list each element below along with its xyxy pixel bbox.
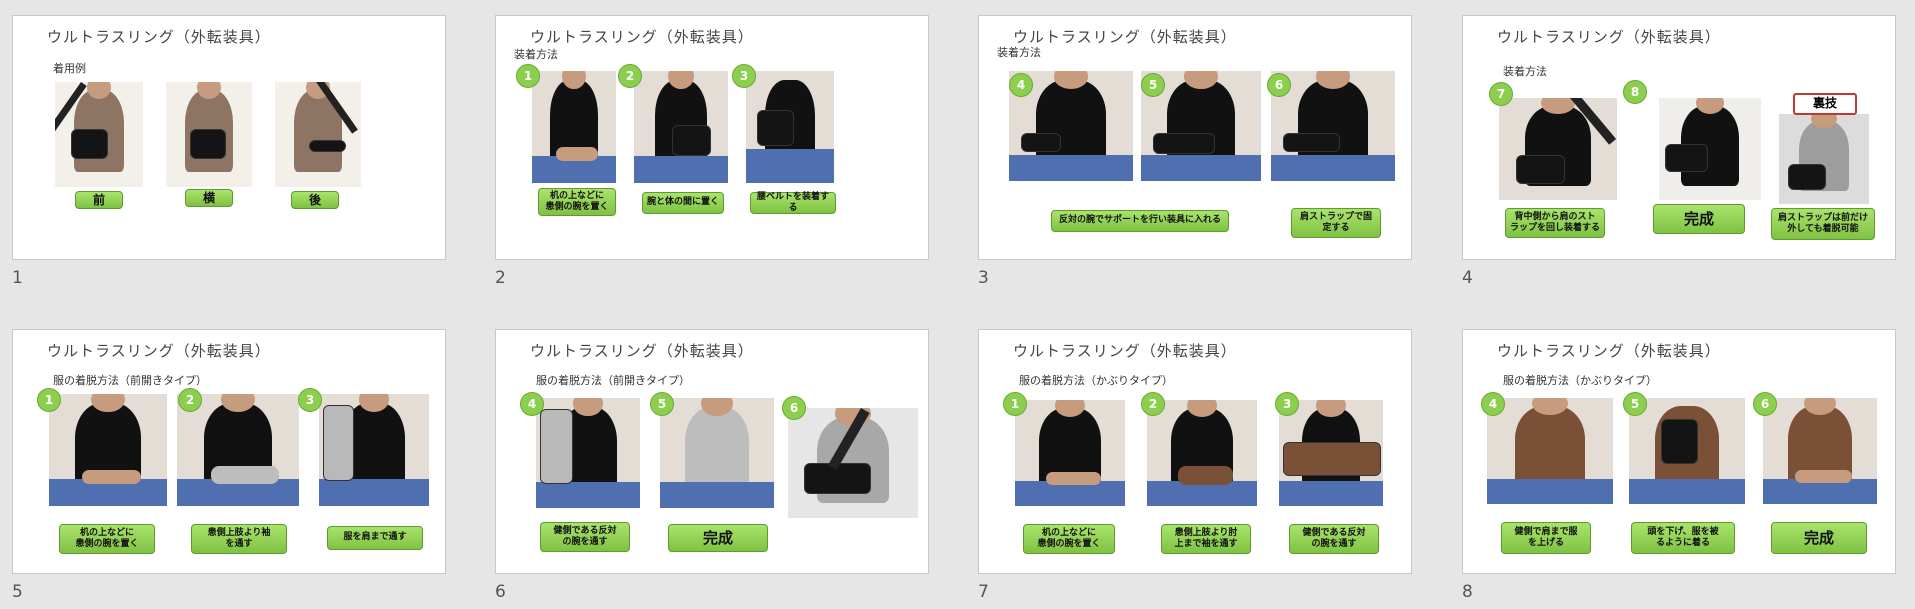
step-badge-4: 4 xyxy=(1009,73,1033,97)
slide-number: 3 xyxy=(978,268,989,288)
photo-step-1 xyxy=(532,71,616,183)
step-badge-1: 1 xyxy=(37,388,61,412)
slide-thumbnail-1[interactable]: ウルトラスリング（外転装具） 着用例 前 横 後 xyxy=(12,15,446,260)
photo-step-3 xyxy=(319,394,429,506)
photo-step-6 xyxy=(788,408,918,518)
photo-step-7 xyxy=(1499,98,1617,200)
step-badge-1: 1 xyxy=(1003,392,1027,416)
step-badge-6: 6 xyxy=(1267,73,1291,97)
photo-back xyxy=(275,82,361,187)
step-badge-6: 6 xyxy=(782,396,806,420)
slide-title: ウルトラスリング（外転装具） xyxy=(1013,342,1237,360)
slide-thumbnail-5[interactable]: ウルトラスリング（外転装具） 服の着脱方法（前開きタイプ） 1 2 3 机の上な… xyxy=(12,329,446,574)
slide-subtitle: 服の着脱方法（前開きタイプ） xyxy=(53,374,207,387)
photo-step-2 xyxy=(1147,400,1257,506)
caption-step-4-5: 反対の腕でサポートを行い装具に入れる xyxy=(1051,210,1229,232)
slide-subtitle: 装着方法 xyxy=(514,48,558,61)
slide-title: ウルトラスリング（外転装具） xyxy=(1497,28,1721,46)
step-badge-5: 5 xyxy=(650,392,674,416)
slide-number: 4 xyxy=(1462,268,1473,288)
photo-step-5 xyxy=(660,398,774,508)
caption-side: 横 xyxy=(185,189,233,207)
caption-step-3: 服を肩まで通す xyxy=(327,526,423,550)
photo-side xyxy=(166,82,252,187)
slide-thumbnail-6[interactable]: ウルトラスリング（外転装具） 服の着脱方法（前開きタイプ） 4 5 6 健側であ… xyxy=(495,329,929,574)
photo-step-4 xyxy=(536,398,640,508)
photo-step-2 xyxy=(177,394,299,506)
photo-step-8 xyxy=(1659,98,1761,200)
slide-number: 2 xyxy=(495,268,506,288)
slide-thumbnail-2[interactable]: ウルトラスリング（外転装具） 装着方法 1 2 3 机の上などに 患側の腕を置く… xyxy=(495,15,929,260)
step-badge-2: 2 xyxy=(618,64,642,88)
slide-thumbnail-4[interactable]: ウルトラスリング（外転装具） 装着方法 裏技 7 8 背中側から肩のスト ラップ… xyxy=(1462,15,1896,260)
step-badge-4: 4 xyxy=(520,392,544,416)
slide-subtitle: 服の着脱方法（前開きタイプ） xyxy=(536,374,690,387)
caption-tip: 肩ストラップは前だけ 外しても着脱可能 xyxy=(1771,208,1875,240)
slide-title: ウルトラスリング（外転装具） xyxy=(1013,28,1237,46)
slide-subtitle: 装着方法 xyxy=(997,46,1041,59)
caption-front: 前 xyxy=(75,191,123,209)
caption-step-2: 患側上肢より肘 上まで袖を通す xyxy=(1161,524,1251,554)
slide-number: 5 xyxy=(12,582,23,602)
slide-title: ウルトラスリング（外転装具） xyxy=(530,28,754,46)
caption-step-3: 健側である反対 の腕を通す xyxy=(1289,524,1379,554)
slide-subtitle: 服の着脱方法（かぶりタイプ） xyxy=(1503,374,1657,387)
step-badge-3: 3 xyxy=(298,388,322,412)
slide-subtitle: 着用例 xyxy=(53,62,86,75)
photo-step-6 xyxy=(1763,398,1877,504)
slide-number: 1 xyxy=(12,268,23,288)
caption-step-1: 机の上などに 患側の腕を置く xyxy=(1023,524,1115,554)
slide-title: ウルトラスリング（外転装具） xyxy=(530,342,754,360)
caption-step-5: 頭を下げ、服を被 るように着る xyxy=(1631,522,1735,554)
photo-step-2 xyxy=(634,71,728,183)
slide-number: 6 xyxy=(495,582,506,602)
caption-step-2: 腕と体の間に置く xyxy=(642,192,724,214)
caption-step-2: 患側上肢より袖 を通す xyxy=(191,524,287,554)
caption-complete: 完成 xyxy=(1771,522,1867,554)
photo-step-1 xyxy=(1015,400,1125,506)
step-badge-3: 3 xyxy=(1275,392,1299,416)
tip-label: 裏技 xyxy=(1793,93,1857,115)
step-badge-6: 6 xyxy=(1753,392,1777,416)
slide-number: 7 xyxy=(978,582,989,602)
slide-thumbnail-7[interactable]: ウルトラスリング（外転装具） 服の着脱方法（かぶりタイプ） 1 2 3 机の上な… xyxy=(978,329,1412,574)
caption-step-6: 肩ストラップで固 定する xyxy=(1291,208,1381,238)
step-badge-5: 5 xyxy=(1623,392,1647,416)
step-badge-8: 8 xyxy=(1623,80,1647,104)
caption-step-4: 健側で肩まで服 を上げる xyxy=(1501,522,1591,554)
photo-step-4 xyxy=(1487,398,1613,504)
photo-step-3 xyxy=(746,71,834,183)
caption-complete: 完成 xyxy=(668,524,768,552)
caption-step-1: 机の上などに 患側の腕を置く xyxy=(538,188,616,216)
photo-tip xyxy=(1779,114,1869,204)
photo-front xyxy=(55,82,143,187)
step-badge-5: 5 xyxy=(1141,73,1165,97)
step-badge-3: 3 xyxy=(732,64,756,88)
slide-subtitle: 服の着脱方法（かぶりタイプ） xyxy=(1019,374,1173,387)
slide-title: ウルトラスリング（外転装具） xyxy=(47,28,271,46)
step-badge-1: 1 xyxy=(516,64,540,88)
slide-thumbnail-3[interactable]: ウルトラスリング（外転装具） 装着方法 4 5 6 反対の腕でサポートを行い装具… xyxy=(978,15,1412,260)
step-badge-2: 2 xyxy=(1141,392,1165,416)
photo-step-3 xyxy=(1279,400,1383,506)
caption-step-1: 机の上などに 患側の腕を置く xyxy=(59,524,155,554)
caption-step-4: 健側である反対 の腕を通す xyxy=(540,522,630,552)
caption-back: 後 xyxy=(291,191,339,209)
slide-thumbnail-8[interactable]: ウルトラスリング（外転装具） 服の着脱方法（かぶりタイプ） 4 5 6 健側で肩… xyxy=(1462,329,1896,574)
slide-title: ウルトラスリング（外転装具） xyxy=(1497,342,1721,360)
step-badge-2: 2 xyxy=(178,388,202,412)
slide-number: 8 xyxy=(1462,582,1473,602)
slide-title: ウルトラスリング（外転装具） xyxy=(47,342,271,360)
photo-step-1 xyxy=(49,394,167,506)
caption-step-7: 背中側から肩のスト ラップを回し装着する xyxy=(1505,208,1605,238)
slide-subtitle: 装着方法 xyxy=(1503,65,1547,78)
caption-step-3: 腰ベルトを装着する xyxy=(750,192,836,214)
step-badge-4: 4 xyxy=(1481,392,1505,416)
caption-complete: 完成 xyxy=(1653,204,1745,234)
step-badge-7: 7 xyxy=(1489,82,1513,106)
photo-step-5 xyxy=(1629,398,1745,504)
